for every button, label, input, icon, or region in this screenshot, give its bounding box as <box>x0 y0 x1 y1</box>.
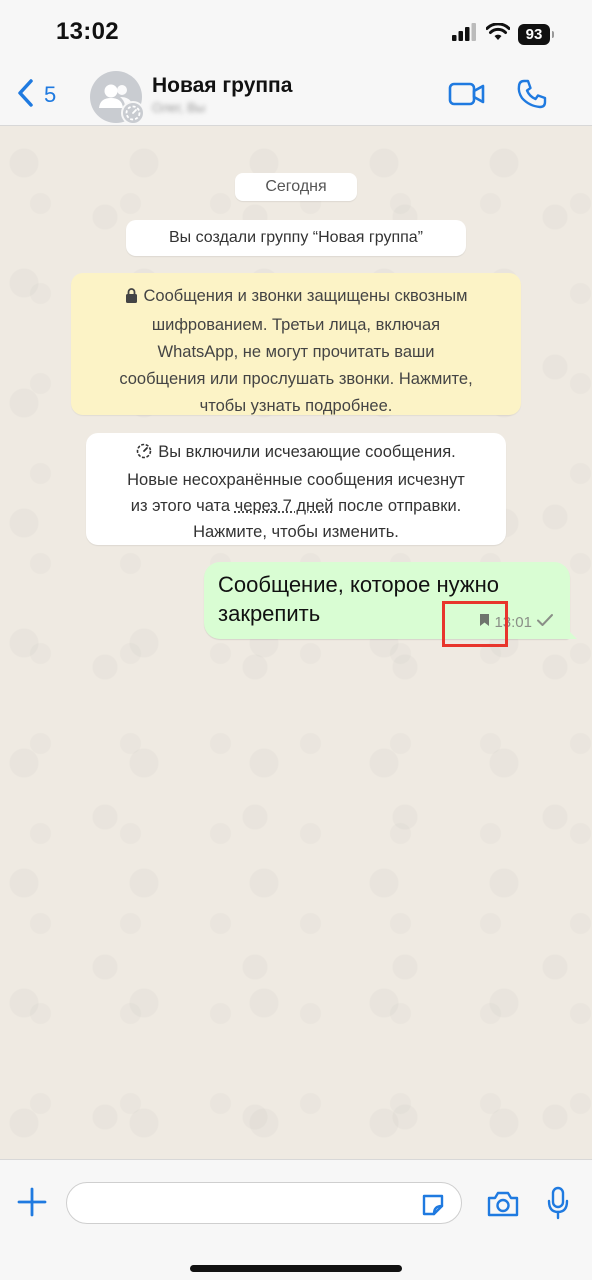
group-created-notice: Вы создали группу “Новая группа” <box>126 220 466 256</box>
unread-count: 5 <box>44 82 57 107</box>
disappearing-line-4: Нажмите, чтобы изменить. <box>193 523 399 541</box>
encryption-line-3: WhatsApp, не могут прочитать ваши <box>157 343 435 361</box>
home-indicator <box>190 1265 402 1272</box>
camera-button[interactable] <box>486 1190 520 1223</box>
highlight-annotation-box <box>442 601 508 647</box>
sticker-icon <box>422 1194 444 1216</box>
outgoing-message[interactable]: Сообщение, которое нужно закрепить 13:01 <box>204 562 570 639</box>
status-icons: 93 <box>452 21 554 46</box>
sent-check-icon <box>536 613 554 631</box>
disappearing-messages-notice[interactable]: Вы включили исчезающие сообщения. Новые … <box>86 433 506 545</box>
signal-icon <box>452 22 478 46</box>
sticker-button[interactable] <box>420 1192 446 1223</box>
timer-icon <box>136 441 152 467</box>
battery-indicator: 93 <box>518 23 554 45</box>
voice-call-button[interactable] <box>516 78 548 115</box>
status-time: 13:02 <box>56 18 119 45</box>
plus-icon <box>17 1187 47 1217</box>
chat-subtitle: Олег, Вы <box>152 100 206 115</box>
back-button[interactable]: 5 <box>16 78 56 112</box>
chat-title[interactable]: Новая группа <box>152 74 292 98</box>
disappearing-line-1: Вы включили исчезающие сообщения. <box>158 443 456 461</box>
microphone-button[interactable] <box>546 1186 570 1225</box>
encryption-line-1: Сообщения и звонки защищены сквозным <box>143 287 468 305</box>
message-input[interactable] <box>66 1182 462 1224</box>
encryption-notice[interactable]: Сообщения и звонки защищены сквозным шиф… <box>71 273 521 415</box>
encryption-line-5: чтобы узнать подробнее. <box>199 397 393 415</box>
chat-area[interactable]: Сегодня Вы создали группу “Новая группа”… <box>0 127 592 1159</box>
lock-icon <box>125 285 138 312</box>
phone-icon <box>517 79 547 109</box>
disappearing-line-3-start: из этого чата <box>130 497 235 515</box>
disappearing-line-2: Новые несохранённые сообщения исчезнут <box>127 471 465 489</box>
video-call-button[interactable] <box>448 80 486 113</box>
microphone-icon <box>547 1186 569 1220</box>
group-avatar[interactable] <box>90 71 145 125</box>
input-bar <box>0 1159 592 1280</box>
timer-duration-link[interactable]: через 7 дней <box>235 497 334 515</box>
disappearing-timer-icon <box>121 101 145 125</box>
chat-header: 5 Новая группа Олег, Вы <box>0 66 592 126</box>
disappearing-line-3-end: после отправки. <box>333 497 462 515</box>
attach-button[interactable] <box>16 1186 48 1223</box>
camera-icon <box>487 1191 519 1217</box>
wifi-icon <box>485 21 511 46</box>
status-bar: 13:02 93 <box>0 0 592 66</box>
video-camera-icon <box>448 82 485 106</box>
encryption-line-2: шифрованием. Третьи лица, включая <box>151 316 441 334</box>
encryption-line-4: сообщения или прослушать звонки. Нажмите… <box>119 370 473 388</box>
date-separator: Сегодня <box>235 173 357 201</box>
disappearing-line-3: из этого чата через 7 дней после отправк… <box>100 493 492 519</box>
chevron-left-icon <box>16 78 34 113</box>
